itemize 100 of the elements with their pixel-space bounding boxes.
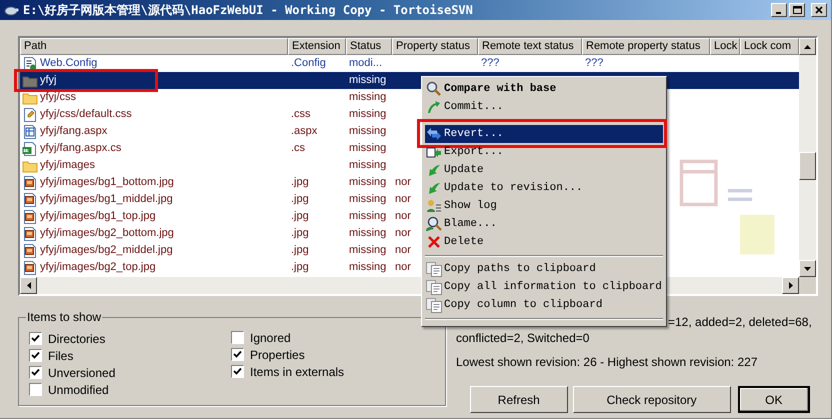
arrows-icon [426, 126, 442, 142]
file-path[interactable]: yfyj/css/default.css [40, 106, 132, 123]
right-arrow-icon [788, 282, 792, 289]
up-arrow-icon [804, 44, 811, 48]
cell-text: ??? [585, 56, 604, 72]
close-button[interactable] [811, 3, 827, 17]
cell-text: nor [395, 175, 411, 190]
menu-item[interactable]: Revert... [425, 125, 663, 143]
cell-text: missing [349, 243, 386, 258]
file-path[interactable]: Web.Config [40, 55, 98, 72]
menu-item[interactable]: Delete [425, 233, 663, 251]
down-arrow-icon [804, 266, 811, 270]
column-header[interactable]: Lock com [740, 38, 799, 55]
menu-item[interactable]: Copy all information to clipboard [425, 278, 663, 296]
menu-item[interactable]: Compare with base [425, 80, 663, 98]
image-file-icon [22, 208, 38, 224]
checkbox[interactable] [29, 383, 42, 396]
scroll-right-button[interactable] [782, 277, 799, 294]
checkbox[interactable] [231, 365, 244, 378]
file-path[interactable]: yfyj/images [40, 157, 96, 174]
scroll-left-button[interactable] [20, 277, 37, 294]
cell-text: missing [349, 192, 386, 208]
checkbox-label: Ignored [250, 330, 291, 346]
cell-text: missing [349, 175, 386, 190]
column-header[interactable]: Remote property status [582, 38, 710, 55]
checkbox[interactable] [29, 349, 42, 362]
column-header[interactable]: Property status [392, 38, 478, 55]
cell-text: modi... [349, 56, 382, 72]
file-path[interactable]: yfyj/images/bg1_bottom.jpg [40, 174, 174, 191]
vertical-scrollbar[interactable] [799, 38, 816, 277]
cell-text: missing [349, 158, 386, 174]
menu-item[interactable]: Export... [425, 143, 663, 161]
checkbox-label: Files [48, 348, 74, 364]
window-title: E:\好房子网版本管理\源代码\HaoFzWebUI - Working Copy - TortoiseSVN [23, 2, 474, 19]
dialog-button[interactable]: Refresh [470, 386, 568, 413]
maximize-icon [792, 6, 802, 14]
cell-text: nor [395, 243, 411, 258]
dialog-button[interactable]: OK [738, 386, 810, 413]
checkbox[interactable] [29, 366, 42, 379]
file-path[interactable]: yfyj/fang.aspx.cs [40, 140, 122, 157]
cell-text: nor [395, 209, 411, 224]
maximize-button[interactable] [789, 3, 805, 17]
menu-item[interactable]: Commit... [425, 98, 663, 116]
cell-text: missing [349, 90, 386, 106]
file-path[interactable]: yfyj/images/bg2_bottom.jpg [40, 225, 174, 242]
column-header[interactable]: Status [346, 38, 392, 55]
dialog-button[interactable]: Check repository [572, 386, 731, 413]
document-icon [22, 56, 38, 72]
checkbox[interactable] [231, 348, 244, 361]
magnifier-icon [426, 81, 442, 97]
scroll-up-button[interactable] [799, 38, 816, 55]
file-path[interactable]: yfyj/css [40, 89, 76, 106]
menu-item[interactable]: Copy column to clipboard [425, 296, 663, 314]
copy-icon [426, 279, 442, 295]
file-path[interactable]: yfyj/images/bg2_top.jpg [40, 259, 156, 276]
cell-text: .cs [291, 141, 306, 156]
copy-icon [426, 297, 442, 313]
cell-text: nor [395, 192, 411, 208]
cell-text: .jpg [291, 192, 309, 208]
scroll-thumb[interactable] [799, 152, 816, 180]
summary-text: =12, added=2, deleted=68, [667, 314, 810, 330]
file-path[interactable]: yfyj/images/bg1_middel.jpg [40, 191, 173, 208]
checkbox-label: Unversioned [48, 364, 116, 382]
arrow-icon [426, 180, 442, 196]
checkbox-label: Directories [48, 330, 106, 348]
blame-icon [426, 216, 442, 232]
menu-item[interactable]: Show log [425, 197, 663, 215]
document-icon [22, 124, 38, 140]
checkbox-label: Unmodified [48, 382, 109, 398]
cell-text: .jpg [291, 209, 309, 224]
column-header[interactable]: Lock [710, 38, 740, 55]
cell-text: nor [395, 226, 411, 242]
column-header[interactable]: Path [20, 38, 288, 55]
image-file-icon [22, 174, 38, 190]
menu-item[interactable]: Blame... [425, 215, 663, 233]
cell-text: .jpg [291, 226, 309, 242]
cell-text: nor [395, 260, 411, 276]
column-header[interactable]: Extension [288, 38, 346, 55]
file-path[interactable]: yfyj/images/bg2_middel.jpg [40, 242, 173, 259]
scrollbar-corner [799, 277, 816, 294]
cell-text: .css [291, 107, 311, 122]
cell-text: missing [349, 260, 386, 276]
delete-icon [426, 234, 442, 250]
checkbox[interactable] [231, 331, 244, 344]
cell-text: missing [349, 73, 386, 88]
menu-item[interactable]: Update to revision... [425, 179, 663, 197]
copy-icon [426, 261, 442, 277]
image-file-icon [22, 226, 38, 242]
menu-item[interactable]: Copy paths to clipboard [425, 260, 663, 278]
document-icon [22, 106, 38, 122]
file-path[interactable]: yfyj/images/bg1_top.jpg [40, 208, 156, 225]
checkbox[interactable] [29, 332, 42, 345]
scroll-down-button[interactable] [799, 260, 816, 277]
file-path[interactable]: yfyj [40, 72, 56, 89]
cell-text: missing [349, 124, 386, 140]
minimize-button[interactable] [771, 3, 787, 17]
file-path[interactable]: yfyj/fang.aspx [40, 123, 108, 140]
cell-text: missing [349, 107, 386, 122]
menu-item[interactable]: Update [425, 161, 663, 179]
column-header[interactable]: Remote text status [478, 38, 582, 55]
